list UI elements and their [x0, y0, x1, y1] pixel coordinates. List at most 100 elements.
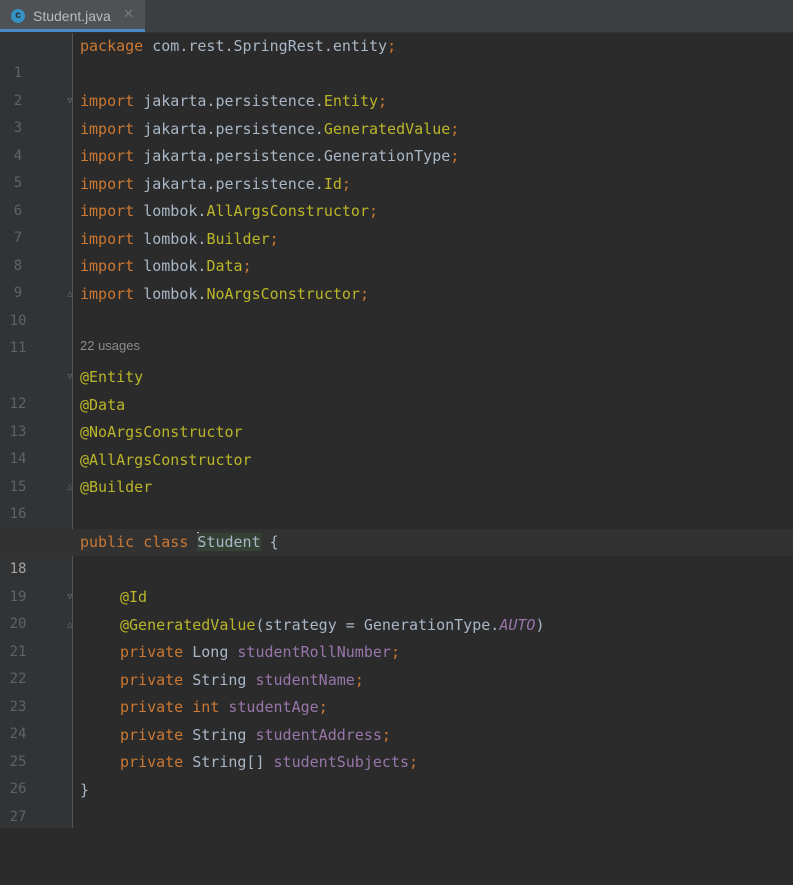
usages-hint[interactable]: 22 usages: [80, 338, 140, 358]
annotation-args: (strategy = GenerationType.: [255, 615, 500, 634]
code-text: public class Student {: [80, 529, 279, 556]
package-path: jakarta.persistence.: [134, 174, 324, 193]
code-line[interactable]: 12 ▽ @Entity: [0, 364, 793, 412]
code-text: }: [80, 777, 89, 804]
semicolon: ;: [242, 257, 252, 275]
tab-label: Student.java: [33, 8, 111, 24]
code-line[interactable]: 9 import lombok.Data;: [0, 253, 793, 301]
code-text: private int studentAge;: [120, 694, 328, 721]
code-line[interactable]: 11: [0, 308, 793, 356]
tab-student-java[interactable]: c Student.java ✕: [0, 0, 145, 32]
semicolon: ;: [450, 147, 460, 165]
package-path: lombok.: [134, 229, 207, 248]
code-text: import jakarta.persistence.GenerationTyp…: [80, 143, 459, 170]
code-line[interactable]: 1 package com.rest.SpringRest.entity;: [0, 33, 793, 81]
java-class-icon: c: [11, 9, 25, 23]
code-line[interactable]: 25 private String studentAddress;: [0, 722, 793, 770]
keyword: private: [120, 753, 184, 771]
code-line[interactable]: 24 private int studentAge;: [0, 694, 793, 742]
code-line[interactable]: 27 }: [0, 777, 793, 825]
package-name: com.rest.SpringRest.entity: [143, 37, 388, 55]
code-line[interactable]: 15 @AllArgsConstructor: [0, 447, 793, 495]
semicolon: ;: [409, 753, 419, 771]
semicolon: ;: [354, 670, 364, 689]
annotation: @AllArgsConstructor: [80, 450, 252, 469]
package-path: jakarta.persistence.: [134, 119, 324, 138]
keyword: import: [80, 257, 135, 275]
annotation: @Builder: [80, 478, 153, 496]
class-ref: Data: [206, 257, 243, 275]
annotation-args: ): [535, 615, 545, 634]
code-line[interactable]: 4 import jakarta.persistence.GeneratedVa…: [0, 116, 793, 164]
code-line[interactable]: 8 import lombok.Builder;: [0, 226, 793, 274]
editor-tab-bar: c Student.java ✕: [0, 0, 793, 33]
code-line[interactable]: 14 @NoArgsConstructor: [0, 419, 793, 467]
semicolon: ;: [369, 202, 379, 220]
code-line[interactable]: 13 @Data: [0, 392, 793, 440]
package-path: lombok.: [134, 202, 207, 220]
line-number: 11: [9, 340, 27, 356]
code-line-current[interactable]: 18 public class Student {: [0, 529, 793, 577]
keyword: import: [80, 147, 135, 165]
code-text: import lombok.Builder;: [80, 226, 279, 253]
semicolon: ;: [381, 725, 391, 744]
code-text: @NoArgsConstructor: [80, 419, 243, 446]
class-ref: Id: [323, 174, 342, 193]
code-line[interactable]: 20 ▽ @Id: [0, 584, 793, 632]
code-line[interactable]: 22 private Long studentRollNumber;: [0, 639, 793, 687]
code-line[interactable]: 26 private String[] studentSubjects;: [0, 749, 793, 797]
semicolon: ;: [390, 643, 400, 661]
fold-icon[interactable]: △: [66, 620, 74, 630]
code-text: @Entity: [80, 364, 143, 391]
keyword: class: [143, 533, 189, 551]
fold-icon[interactable]: ▽: [66, 96, 74, 106]
type: Long: [183, 643, 238, 661]
semicolon: ;: [341, 174, 351, 193]
code-text: import jakarta.persistence.Id;: [80, 171, 351, 198]
code-line[interactable]: 7 import lombok.AllArgsConstructor;: [0, 198, 793, 246]
code-line[interactable]: 17: [0, 502, 793, 550]
class-ref: AllArgsConstructor: [206, 202, 369, 220]
code-editor[interactable]: 1 package com.rest.SpringRest.entity; 2 …: [0, 33, 793, 828]
annotation: @NoArgsConstructor: [80, 423, 243, 441]
type: String[]: [183, 753, 274, 771]
class-ref: Entity: [323, 92, 379, 110]
semicolon: ;: [378, 92, 388, 110]
keyword: public: [80, 533, 135, 551]
fold-icon[interactable]: ▽: [66, 592, 74, 602]
brace: }: [80, 780, 90, 799]
keyword: private: [120, 698, 184, 716]
code-line[interactable]: 3 ▽ import jakarta.persistence.Entity;: [0, 88, 793, 136]
code-text: @Data: [80, 392, 125, 419]
fold-icon[interactable]: ▽: [66, 372, 74, 382]
code-line[interactable]: 10 △ import lombok.NoArgsConstructor;: [0, 281, 793, 329]
fold-icon[interactable]: △: [66, 289, 74, 299]
field-name: studentAddress: [255, 725, 382, 744]
keyword: import: [80, 229, 135, 248]
code-line[interactable]: 16 △ @Builder: [0, 474, 793, 522]
semicolon: ;: [318, 698, 328, 716]
code-line[interactable]: 5 import jakarta.persistence.GenerationT…: [0, 143, 793, 191]
code-line[interactable]: 23 private String studentName;: [0, 667, 793, 715]
code-line[interactable]: 21 △ @GeneratedValue(strategy = Generati…: [0, 612, 793, 660]
code-line[interactable]: 2: [0, 61, 793, 109]
package-path: jakarta.persistence.: [134, 147, 324, 165]
code-line[interactable]: 19: [0, 557, 793, 605]
close-icon[interactable]: ✕: [123, 6, 134, 22]
code-text: @Builder: [80, 474, 152, 501]
type: String: [183, 725, 256, 744]
keyword: import: [80, 284, 135, 303]
code-text: import lombok.Data;: [80, 253, 252, 280]
code-text: private String studentAddress;: [120, 722, 391, 749]
field-name: studentAge: [228, 698, 319, 716]
type: String: [183, 670, 256, 689]
code-line[interactable]: 6 import jakarta.persistence.Id;: [0, 171, 793, 219]
class-ref: GeneratedValue: [323, 119, 451, 138]
semicolon: ;: [269, 229, 279, 248]
code-text: import jakarta.persistence.GeneratedValu…: [80, 116, 459, 143]
annotation: @Data: [80, 395, 126, 414]
fold-icon[interactable]: △: [66, 482, 74, 492]
package-path: lombok.: [134, 284, 207, 303]
keyword: int: [192, 698, 220, 716]
package-path: lombok.: [134, 257, 207, 275]
